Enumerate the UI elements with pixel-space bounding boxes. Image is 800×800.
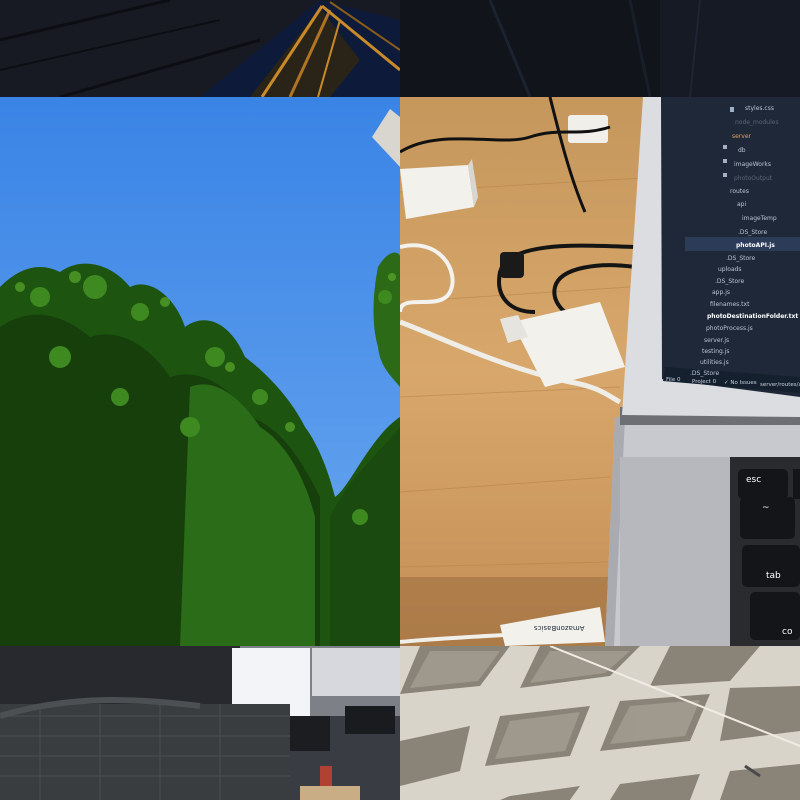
key-esc: esc (746, 475, 762, 485)
tree-canopy-scene (0, 97, 400, 646)
umbrella-scene (0, 0, 400, 97)
photo-coffered-ceiling (400, 646, 800, 800)
tree-folder[interactable]: photoOutput (734, 173, 772, 185)
photo-collage: styles.css node_modules server db imageW… (0, 0, 800, 800)
tree-item[interactable]: node_modules (735, 117, 779, 129)
tree-item[interactable]: styles.css (745, 103, 774, 115)
photo-dark-interior (400, 0, 800, 97)
tree-item[interactable]: photoProcess.js (706, 323, 753, 335)
tree-folder[interactable]: imageWorks (734, 159, 771, 171)
tree-folder[interactable]: uploads (718, 264, 742, 276)
tree-folder[interactable]: api (737, 199, 746, 211)
tree-folder[interactable]: routes (730, 186, 749, 198)
key-tilde: ~ (762, 503, 770, 513)
status-project[interactable]: Project 0 (692, 377, 716, 389)
tree-item[interactable]: testing.js (702, 346, 730, 358)
tree-item[interactable]: utilities.js (700, 357, 729, 369)
photo-office-interior (0, 646, 400, 800)
photo-laptop-desk: styles.css node_modules server db imageW… (400, 97, 800, 646)
cable-brand-label: AmazonBasics (534, 624, 585, 632)
status-path: server/routes/a (760, 382, 800, 388)
tree-item[interactable]: filenames.txt (710, 299, 749, 311)
photo-umbrella-sky (0, 0, 400, 97)
tree-folder[interactable]: db (738, 145, 746, 157)
tree-item[interactable]: .DS_Store (738, 227, 767, 239)
tree-folder[interactable]: imageTemp (742, 213, 777, 225)
tree-item-selected[interactable]: photoAPI.js (736, 240, 775, 252)
ceiling-scene (400, 646, 800, 800)
tree-item[interactable]: .DS_Store (715, 276, 744, 288)
key-tab: tab (766, 571, 781, 581)
dark-interior-scene (400, 0, 800, 97)
tree-folder[interactable]: server (732, 131, 751, 143)
tree-item[interactable]: photoDestinationFolder.txt (707, 311, 798, 323)
status-file[interactable]: File 0 (666, 375, 680, 387)
status-issues[interactable]: ✓ No Issues (724, 378, 757, 390)
key-command: co (782, 627, 793, 637)
tree-item[interactable]: server.js (704, 335, 729, 347)
office-scene (0, 646, 400, 800)
tree-item[interactable]: .DS_Store (726, 253, 755, 265)
tree-item[interactable]: app.js (712, 287, 730, 299)
photo-tree-canopy (0, 97, 400, 646)
